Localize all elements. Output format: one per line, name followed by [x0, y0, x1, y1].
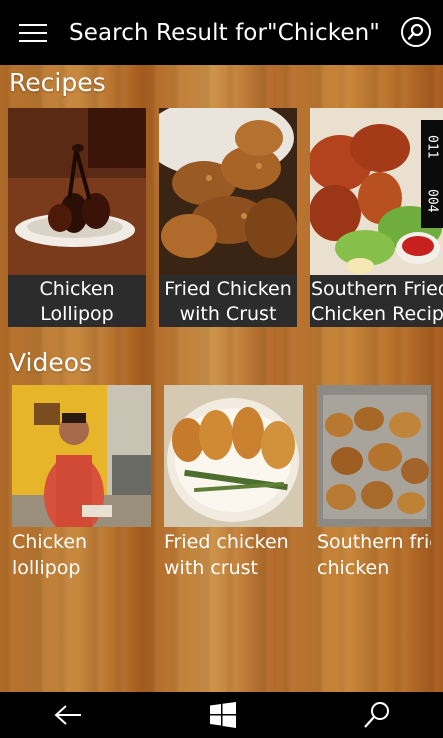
video-label: Fried chicken with crust	[164, 529, 289, 581]
recipe-thumbnail	[159, 108, 297, 275]
video-label-line: Fried chicken	[164, 531, 289, 553]
recipe-label-line: Chicken	[39, 278, 115, 300]
video-thumbnail	[317, 385, 431, 527]
video-tile-fried-chicken-with-crust[interactable]: Fried chicken with crust	[164, 385, 303, 581]
recipe-thumbnail	[8, 108, 146, 275]
video-label-line: Southern frie	[317, 531, 431, 553]
search-icon[interactable]	[401, 17, 431, 47]
recipe-tile-chicken-lollipop[interactable]: Chicken Lollipop	[8, 108, 146, 327]
hamburger-menu-icon[interactable]	[19, 23, 47, 42]
recipe-label-line: with Crust	[179, 303, 277, 325]
page-indicator-top: 011	[424, 135, 440, 159]
recipe-label-line: Chicken Recipe	[311, 303, 443, 325]
video-label: Chicken lollipop	[12, 529, 87, 581]
videos-section-title: Videos	[9, 348, 93, 377]
recipe-label: Southern Fried Chicken Recipe	[310, 275, 443, 327]
video-label-line: chicken	[317, 557, 390, 579]
recipes-section-title: Recipes	[9, 68, 106, 97]
video-thumbnail	[12, 385, 151, 527]
recipe-label-line: Fried Chicken	[164, 278, 292, 300]
recipe-label-line: Southern Fried	[311, 278, 443, 300]
recipe-label-line: Lollipop	[40, 303, 114, 325]
windows-logo-icon[interactable]	[193, 692, 253, 738]
video-label: Southern frie chicken	[317, 529, 431, 581]
search-icon[interactable]	[347, 692, 407, 738]
recipe-tile-fried-chicken-with-crust[interactable]: Fried Chicken with Crust	[159, 108, 297, 327]
page-indicator-bottom: 004	[424, 189, 440, 213]
page-indicator: 011 004	[421, 120, 443, 228]
recipe-label: Chicken Lollipop	[8, 275, 146, 327]
video-label-line: lollipop	[12, 557, 81, 579]
recipe-label: Fried Chicken with Crust	[159, 275, 297, 327]
video-label-line: with crust	[164, 557, 258, 579]
page-title: Search Result for"Chicken"	[69, 19, 380, 46]
back-arrow-icon[interactable]	[38, 692, 98, 738]
video-tile-chicken-lollipop[interactable]: Chicken lollipop	[12, 385, 151, 581]
video-thumbnail	[164, 385, 303, 527]
title-bar: Search Result for"Chicken"	[0, 0, 443, 65]
video-label-line: Chicken	[12, 531, 88, 553]
system-nav-bar	[0, 692, 443, 738]
video-tile-southern-fried-chicken[interactable]: Southern frie chicken	[317, 385, 431, 581]
